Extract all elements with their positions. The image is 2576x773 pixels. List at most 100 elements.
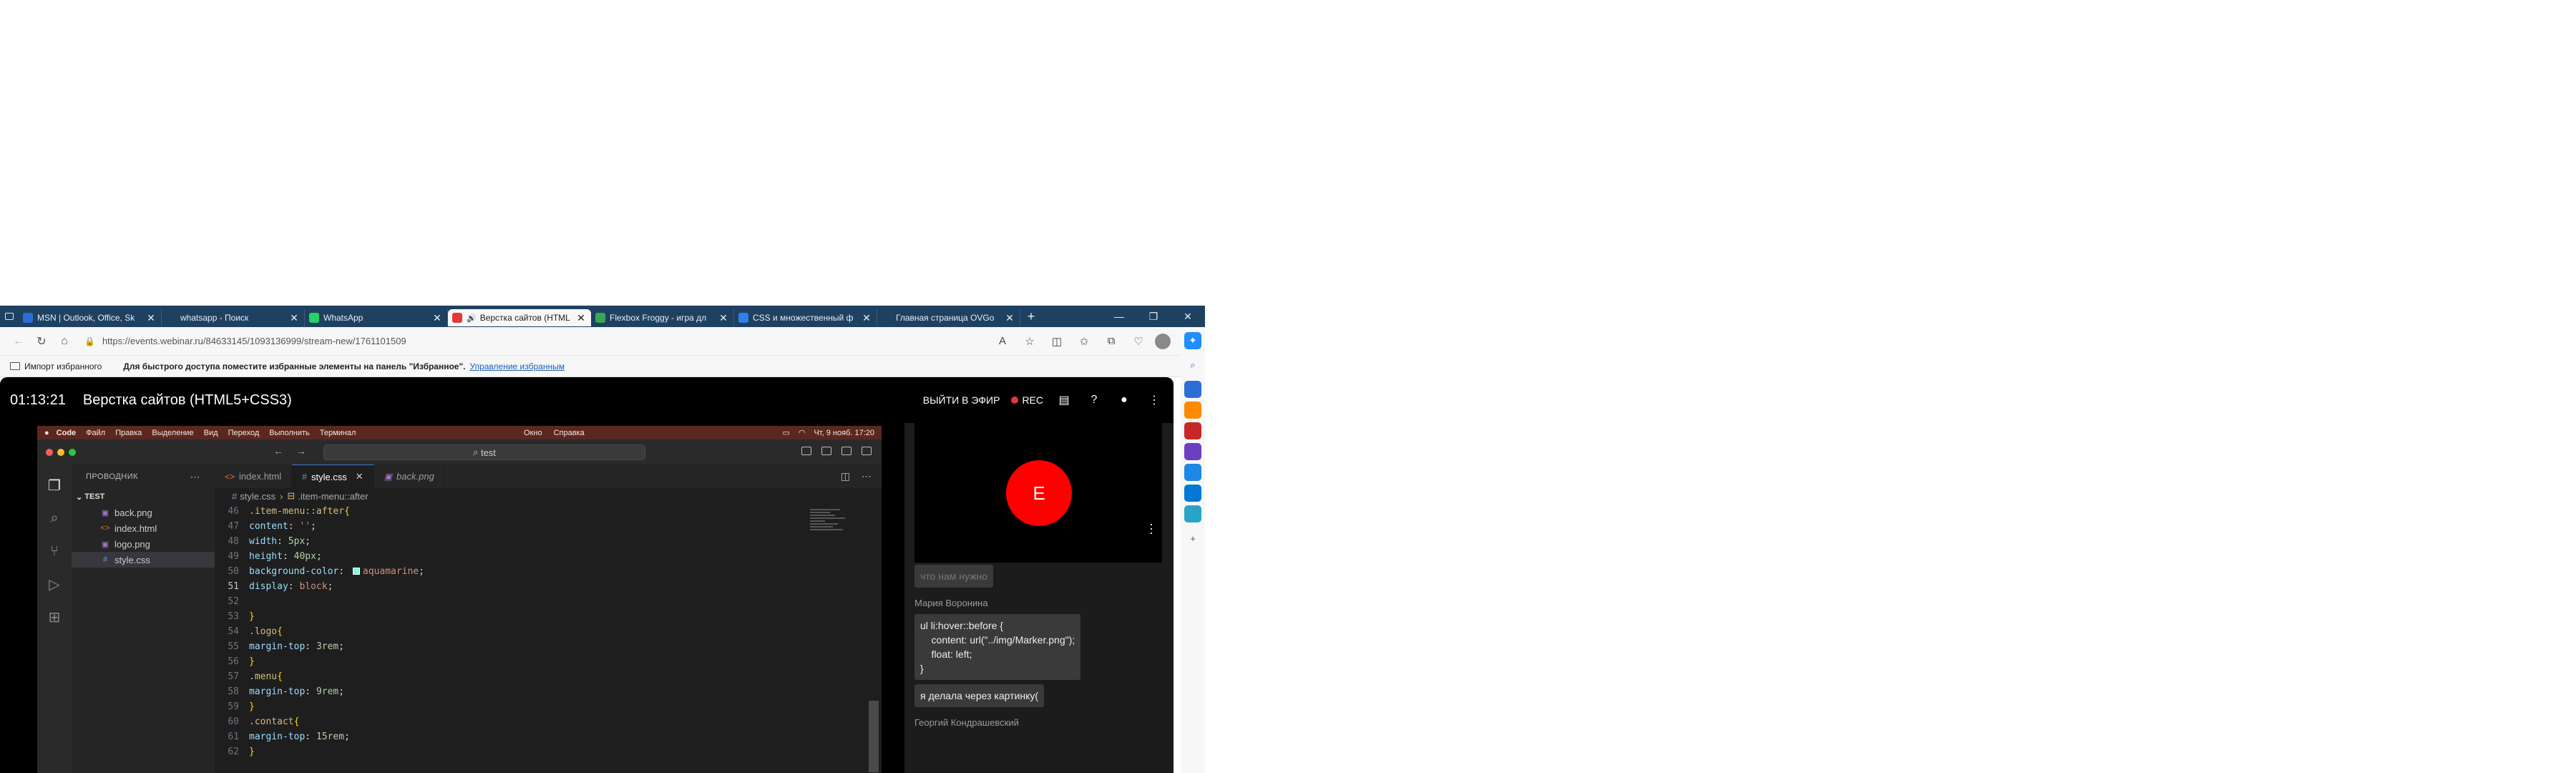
rec-dot-icon [1011,397,1019,404]
tab-close-icon[interactable]: ✕ [145,312,157,324]
window-controls: — ❐ ✕ [1102,306,1205,327]
participants-icon[interactable]: ● [1115,391,1133,409]
tab-title: Главная страница OVGo [896,313,995,323]
file-name: index.html [114,522,157,534]
go-live-button[interactable]: ВЫЙТИ В ЭФИР [923,394,1000,406]
sidebar-app-icon[interactable] [1184,443,1201,460]
add-sidebar-app-icon[interactable]: + [1184,530,1201,547]
tab-title: whatsapp - Поиск [180,313,249,323]
code-line: 52 [215,594,882,609]
mac-menu-item: Code [56,428,77,437]
sidebar-app-icon[interactable] [1184,402,1201,419]
chat-icon[interactable]: ▤ [1055,391,1073,409]
code-text: } [249,701,255,712]
favorite-star-icon[interactable]: ☆ [1019,331,1040,352]
mac-menu-item: Файл [86,428,106,437]
manage-favorites-link[interactable]: Управление избранным [470,361,565,371]
editor-tab-label: back.png [396,471,434,482]
back-icon[interactable]: ← [7,330,30,353]
breadcrumb: # style.css › ⊟ .item-menu::after [215,488,882,504]
tab-actions-icon[interactable] [0,306,19,327]
browser-tab[interactable]: WhatsApp ✕ [305,309,448,326]
import-favorites-button[interactable]: Импорт избранного [10,361,102,371]
breadcrumb-symbol: .item-menu::after [298,490,369,502]
editor-tabs: <> index.html # style.css ✕ ▣ back.png ◫ ⋯ [215,465,882,488]
speaker-icon[interactable]: 🔊 [467,313,477,323]
editor-scrollbar [869,701,879,772]
browser-tab[interactable]: Главная страница OVGo ✕ [877,309,1020,326]
browser-tab[interactable]: whatsapp - Поиск ✕ [162,309,305,326]
code-line: 49 height: 40px; [215,549,882,564]
browser-tab[interactable]: Flexbox Froggy - игра дл ✕ [591,309,734,326]
sidebar-app-icon[interactable] [1184,422,1201,439]
line-number: 47 [228,521,239,532]
explorer-more-icon: ⋯ [190,470,200,482]
editor-tab: # style.css ✕ [292,465,374,488]
editor-tab-icon: ▣ [384,471,393,482]
minimize-icon[interactable]: — [1102,306,1136,327]
video-menu-icon[interactable]: · · · [1149,517,1153,539]
address-bar: ← ↻ ⌂ 🔒 https://events.webinar.ru/846331… [0,327,1205,356]
sidebar-app-icon[interactable] [1184,381,1201,398]
browser-tab-bar: MSN | Outlook, Office, Sk ✕ whatsapp - Пои… [0,306,1205,327]
rec-indicator[interactable]: REC [1011,394,1043,406]
line-number: 59 [228,701,239,712]
code-text: .logo{ [249,626,283,637]
editor-tab-label: style.css [311,471,347,482]
vscode-search-text: test [480,447,496,458]
line-number: 51 [228,581,239,592]
more-vertical-icon[interactable]: ⋮ [1145,391,1163,409]
favorites-bar: Импорт избранного Для быстрого доступа п… [0,356,1205,377]
tab-close-icon[interactable]: ✕ [431,312,443,324]
refresh-icon[interactable]: ↻ [30,330,53,353]
tab-close-icon[interactable]: ✕ [575,312,587,324]
explorer-file: # style.css [72,552,215,568]
tab-close-icon[interactable]: ✕ [718,312,729,324]
sidebar-app-icon[interactable] [1184,485,1201,502]
line-number: 57 [228,671,239,682]
home-icon[interactable]: ⌂ [53,330,76,353]
browser-tab[interactable]: 🔊 Верстка сайтов (HTML ✕ [448,309,591,326]
url-field[interactable]: 🔒 https://events.webinar.ru/84633145/109… [84,331,907,352]
tab-title: MSN | Outlook, Office, Sk [37,313,135,323]
restore-icon[interactable]: ❐ [1136,306,1171,327]
browser-tab[interactable]: CSS и множественный ф ✕ [734,309,877,326]
mac-menu-item: Переход [228,428,260,437]
mac-menu-bar: ● Code Файл Правка Выделение Вид Переход Выпол… [37,426,882,439]
question-icon[interactable]: ? [1085,391,1103,409]
close-window-icon[interactable]: ✕ [1171,306,1205,327]
explorer-header: ПРОВОДНИК ⋯ [72,465,215,489]
code-line: 62} [215,744,882,759]
collections-icon[interactable]: ⧉ [1101,331,1122,352]
sidebar-app-icon[interactable] [1184,464,1201,481]
read-aloud-icon[interactable]: A [992,331,1013,352]
chat-message: что нам нужно [914,565,994,588]
tab-close-icon[interactable]: ✕ [1004,312,1015,324]
tab-close-icon[interactable]: ✕ [288,312,300,324]
code-line: 58 margin-top: 9rem; [215,684,882,699]
new-tab-button[interactable]: + [1020,309,1042,324]
code-line: 54 .logo{ [215,624,882,639]
favorites-icon[interactable]: ✩ [1073,331,1095,352]
vscode-layout-controls [801,447,872,455]
split-screen-icon[interactable]: ◫ [1046,331,1068,352]
webinar-title: Верстка сайтов (HTML5+CSS3) [82,392,292,408]
tabs-strip: MSN | Outlook, Office, Sk ✕ whatsapp - Пои… [19,306,1020,326]
code-line: 51 display: block; [215,579,882,594]
profile-avatar[interactable] [1155,333,1171,349]
editor-tab-icon: <> [225,471,235,482]
code-text: .item-menu::after{ [249,506,350,517]
browser-essentials-icon[interactable]: ♡ [1128,331,1149,352]
mac-center-menus: Окно Справка [524,429,585,437]
folder-row: ⌄ TEST [76,492,105,502]
code-line: 48 width: 5px; [215,534,882,549]
tab-close-icon[interactable]: ✕ [861,312,872,324]
mac-menus: Code Файл Правка Выделение Вид Переход Выполни… [57,429,366,437]
search-icon[interactable]: ⌕ [1184,356,1201,374]
shared-screen: ● Code Файл Правка Выделение Вид Переход Выпол… [37,426,882,773]
browser-tab[interactable]: MSN | Outlook, Office, Sk ✕ [19,309,162,326]
sidebar-app-icon[interactable] [1184,505,1201,522]
minimize-dot-icon [57,448,64,456]
copilot-icon[interactable]: ✦ [1184,332,1201,349]
page: MSN | Outlook, Office, Sk ✕ whatsapp - Пои… [0,0,2576,773]
